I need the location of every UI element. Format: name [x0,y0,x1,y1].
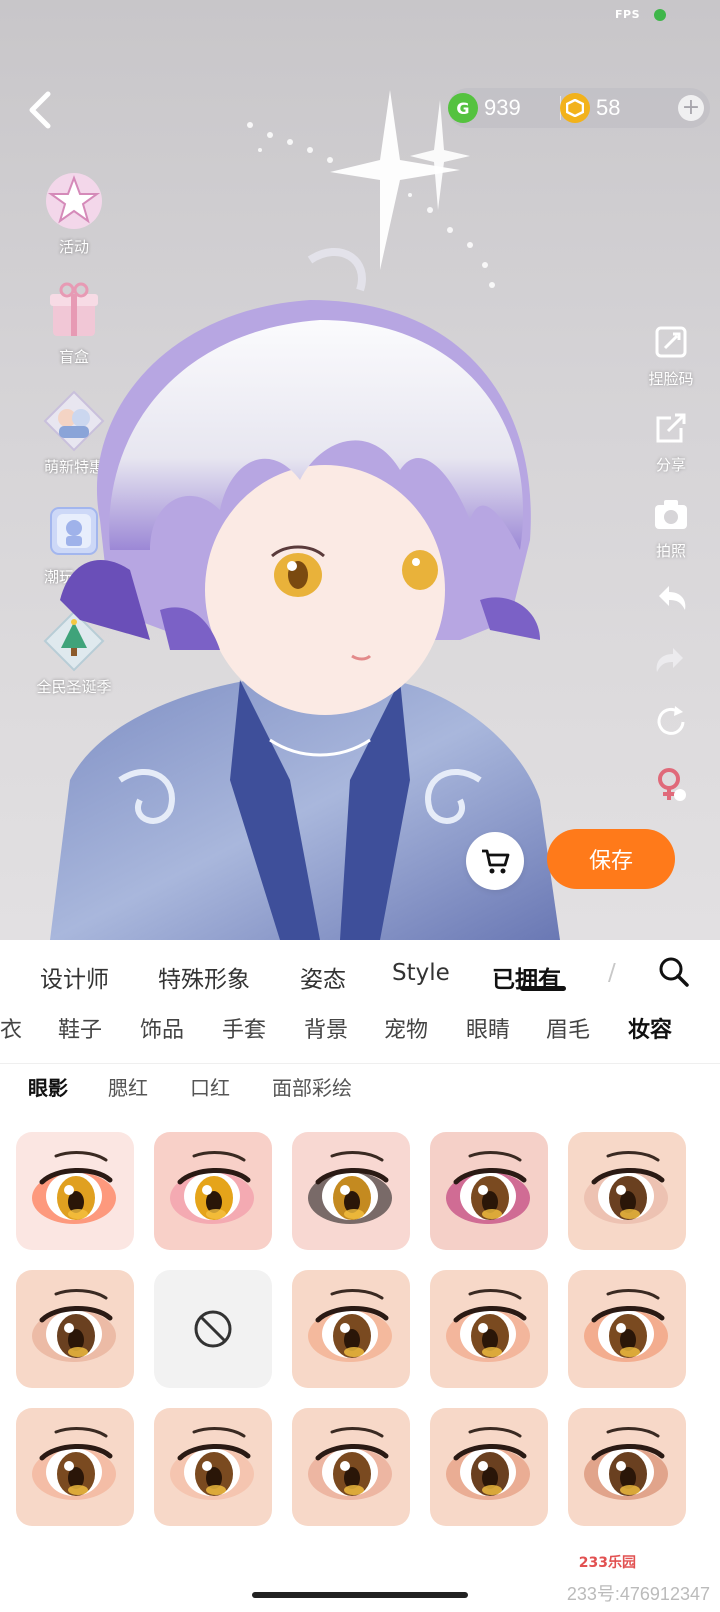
tab-clothes[interactable]: 衣 [0,1012,22,1044]
tool-label: 拍照 [655,542,686,560]
home-indicator[interactable] [252,1592,468,1598]
tool-label: 捏脸码 [648,370,694,388]
active-tab-indicator [520,986,566,991]
eye-preview-icon [170,1151,254,1224]
fps-indicator [654,9,666,21]
eyeshadow-item-black-liner[interactable] [292,1132,410,1250]
eye-preview-icon [584,1289,668,1362]
reset-icon [657,706,685,735]
coin-balance: 58 [560,93,620,123]
avatar-character [50,247,560,940]
gem-balance: G 939 [448,93,521,123]
fps-label: FPS [615,8,640,21]
camera-icon [655,500,687,529]
redo-button[interactable] [636,640,706,684]
eye-preview-icon [584,1427,668,1500]
tab-accessories[interactable]: 饰品 [140,1012,184,1044]
eye-preview-icon [170,1427,254,1500]
share-icon [656,413,686,443]
eye-preview-icon [32,1151,116,1224]
eye-preview-icon [308,1151,392,1224]
tab-designer[interactable]: 设计师 [40,960,109,994]
back-button[interactable] [22,88,58,132]
subtab-eyeshadow[interactable]: 眼影 [28,1072,68,1101]
eyeshadow-item-warm-brown[interactable] [430,1408,548,1526]
tab-shoes[interactable]: 鞋子 [58,1012,102,1044]
eyeshadow-item-peach-under[interactable] [16,1408,134,1526]
face-code-icon [655,326,687,358]
tab-makeup[interactable]: 妆容 [628,1012,672,1044]
eyeshadow-item-soft-brown[interactable] [16,1270,134,1388]
wardrobe-panel: 设计师 特殊形象 姿态 Style 已拥有 / 衣 鞋子 饰品 手套 背景 宠物… [0,940,720,1612]
eyeshadow-item-orange-wing[interactable] [568,1270,686,1388]
eyeshadow-item-natural[interactable] [568,1132,686,1250]
redo-icon [656,648,683,672]
gold-coin-icon [560,93,590,123]
eyeshadow-item-light-peach[interactable] [154,1408,272,1526]
search-icon [659,957,689,987]
tab-style[interactable]: Style [392,960,450,986]
g-coin-icon: G [448,93,478,123]
tab-special-look[interactable]: 特殊形象 [158,960,250,994]
makeup-subtabs: 眼影 腮红 口红 面部彩绘 [0,1064,720,1120]
gender-switch-icon [658,768,686,801]
eye-preview-icon [446,1289,530,1362]
none-icon [194,1310,232,1348]
reset-button[interactable] [636,702,706,746]
save-button[interactable]: 保存 [547,829,675,889]
cart-icon [482,849,510,874]
watermark-logo: 233乐园 [574,1552,640,1572]
tab-eyebrows[interactable]: 眉毛 [546,1012,590,1044]
camera-button[interactable]: 拍照 [636,494,706,561]
eyeshadow-item-red-glow[interactable] [16,1132,134,1250]
eyeshadow-item-pink-mole[interactable] [154,1132,272,1250]
tab-background[interactable]: 背景 [304,1012,348,1044]
tab-pose[interactable]: 姿态 [300,960,346,994]
eye-preview-icon [308,1427,392,1500]
undo-icon [659,586,686,610]
face-code-button[interactable]: 捏脸码 [636,322,706,389]
undo-button[interactable] [636,578,706,622]
avatar-preview[interactable]: FPS G 939 58 + 活动 盲盒 萌新特惠 全民圣诞季 捏脸码 分享 拍… [0,0,720,940]
eyeshadow-item-none[interactable] [154,1270,272,1388]
subtab-lipstick[interactable]: 口红 [190,1072,230,1101]
tab-gloves[interactable]: 手套 [222,1012,266,1044]
tab-eyes[interactable]: 眼睛 [466,1012,510,1044]
tool-label: 分享 [655,456,686,474]
tab-pets[interactable]: 宠物 [384,1012,428,1044]
eye-preview-icon [446,1151,530,1224]
eyeshadow-item-peach-wing[interactable] [430,1270,548,1388]
search-button[interactable] [656,954,692,990]
eye-preview-icon [32,1289,116,1362]
gender-switch-button[interactable] [636,764,706,808]
subtab-face-paint[interactable]: 面部彩绘 [272,1072,352,1101]
watermark-text: 233号:476912347 [566,1584,710,1604]
eye-preview-icon [446,1427,530,1500]
cart-button[interactable] [466,832,524,890]
category-tabs: 衣 鞋子 饰品 手套 背景 宠物 眼睛 眉毛 妆容 [0,1000,720,1064]
share-button[interactable]: 分享 [636,408,706,475]
watermark: 233乐园 233号:476912347 [566,1552,710,1606]
recharge-plus-icon[interactable]: + [678,95,704,121]
eyeshadow-item-deep-brown[interactable] [568,1408,686,1526]
eye-preview-icon [32,1427,116,1500]
eyeshadow-item-magenta[interactable] [430,1132,548,1250]
currency-bar: G 939 58 + [448,88,710,128]
tab-overflow-fragment: / [608,960,616,986]
subtab-blush[interactable]: 腮红 [108,1072,148,1101]
eye-preview-icon [584,1151,668,1224]
eyeshadow-item-classic-brown[interactable] [292,1408,410,1526]
gem-value: 939 [484,95,521,120]
eye-preview-icon [308,1289,392,1362]
eyeshadow-item-peach-corner[interactable] [292,1270,410,1388]
chevron-left-icon [29,91,51,129]
coin-value: 58 [596,95,621,120]
